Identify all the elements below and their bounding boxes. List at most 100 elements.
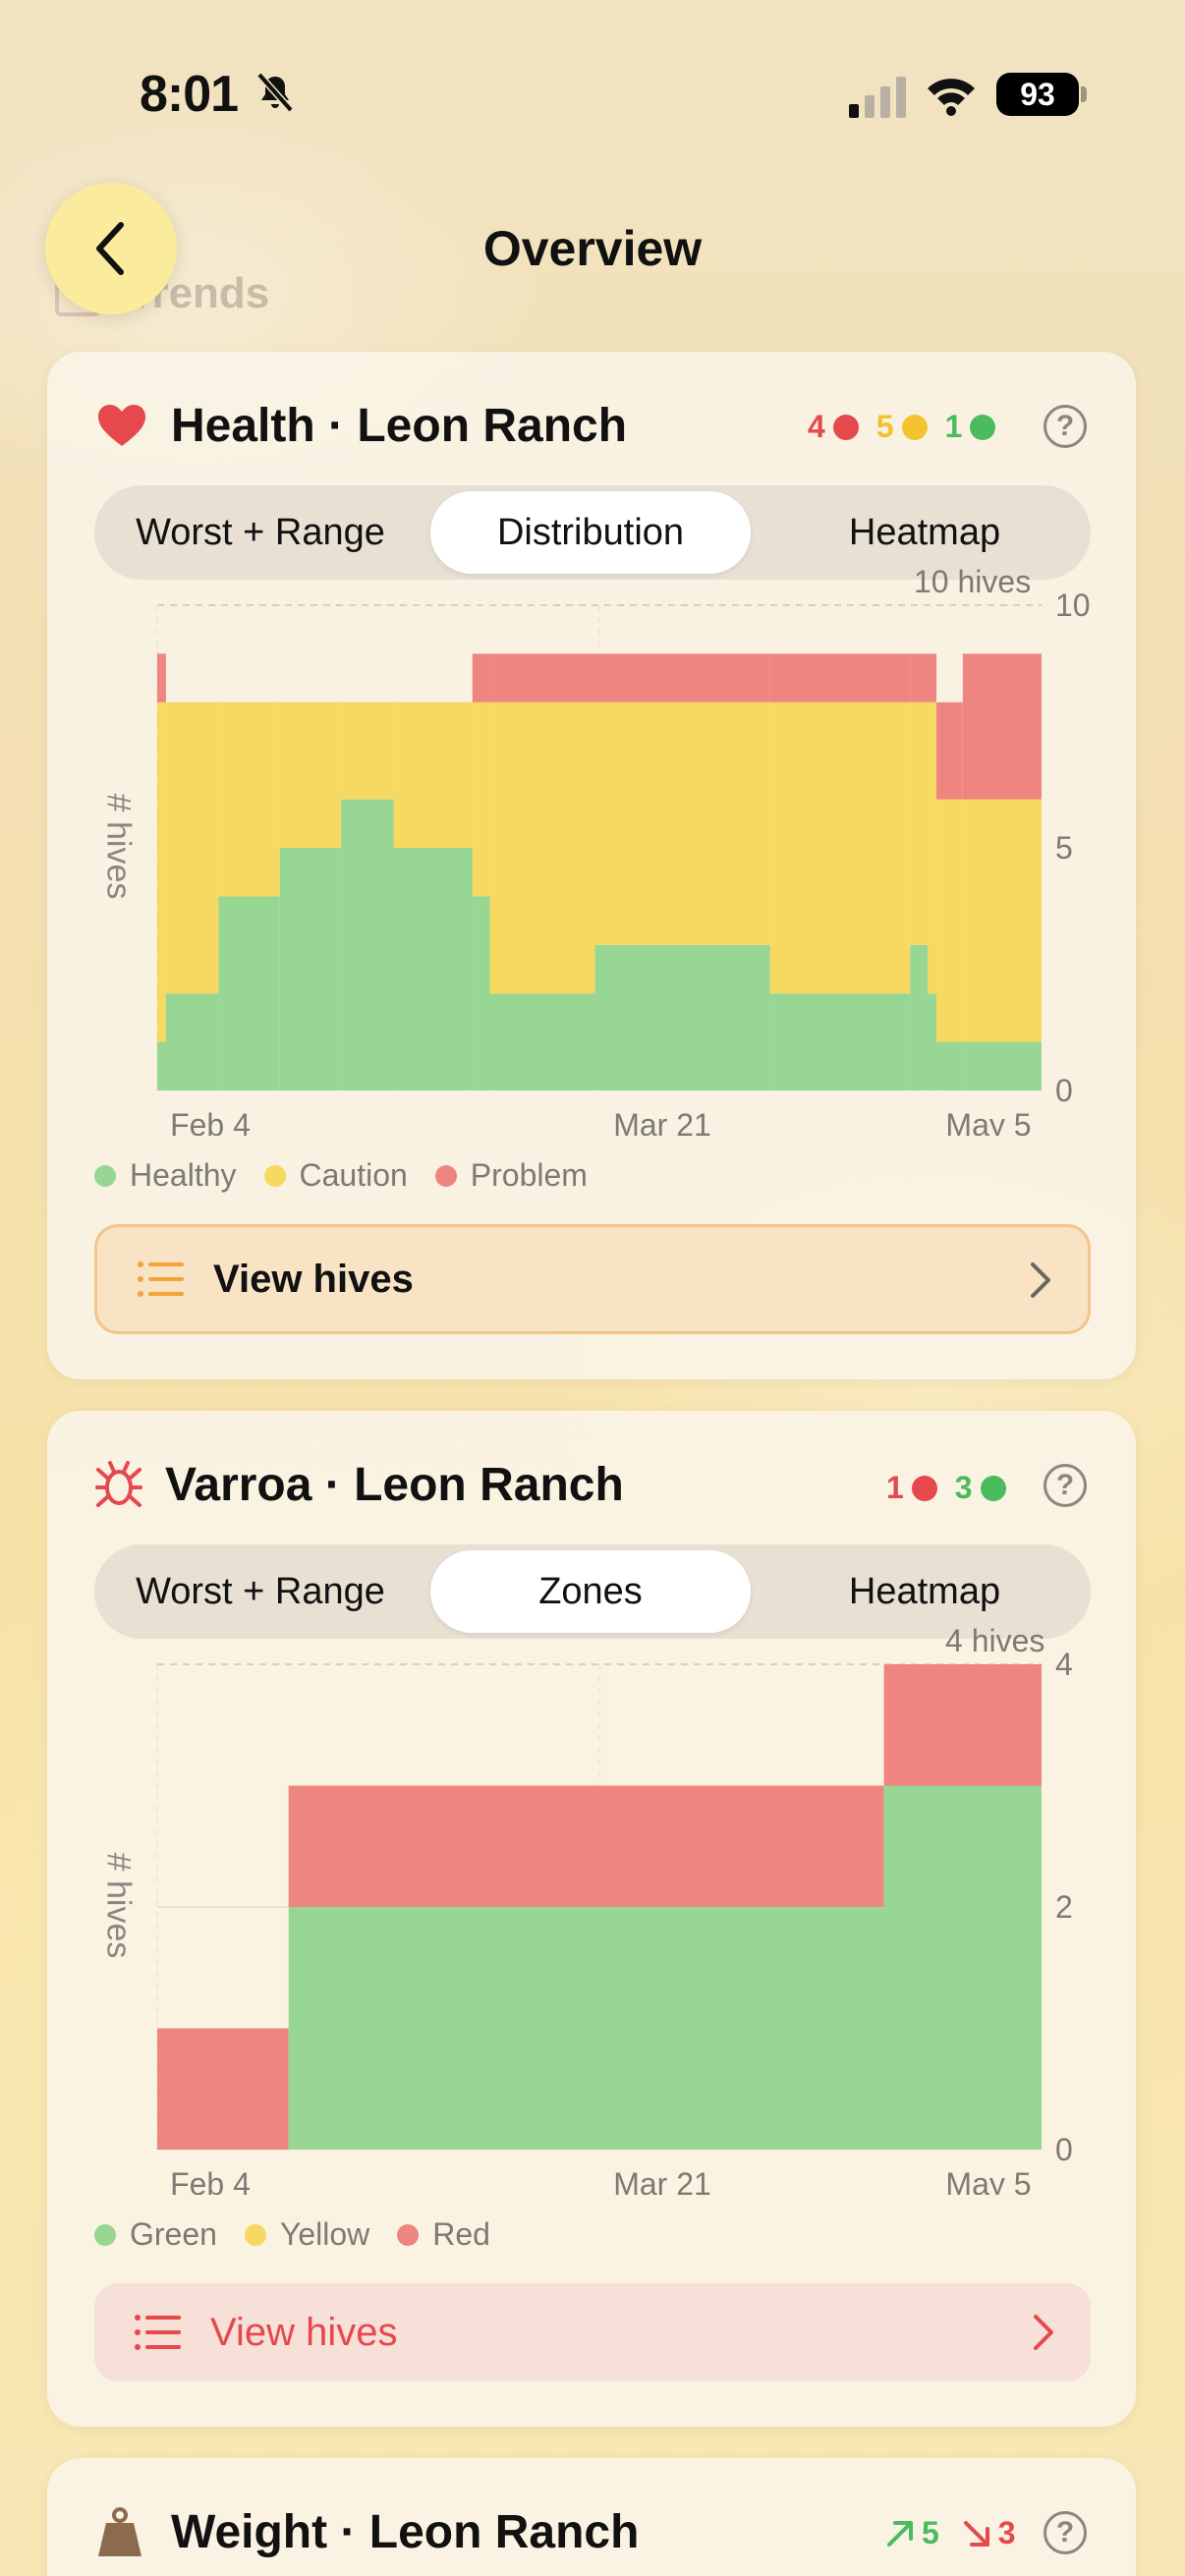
area-segment-problem	[489, 653, 595, 702]
legend-swatch	[94, 1164, 116, 1187]
legend-label: Yellow	[279, 2216, 370, 2252]
health-card-title: Health · Leon Ranch	[171, 400, 628, 452]
area-segment-problem	[594, 653, 770, 702]
view-hives-label: View hives	[213, 1257, 414, 1301]
y-tick-label: 4	[1055, 1647, 1073, 1682]
varroa-legend: Green Yellow Red	[94, 2216, 518, 2253]
weight-card-title: Weight · Leon Ranch	[171, 2506, 640, 2558]
badge-count-yellow: 5	[875, 409, 894, 444]
mite-icon	[95, 1461, 142, 1507]
health-view-hives-button[interactable]: View hives	[94, 1224, 1091, 1334]
area-segment-red	[288, 1785, 884, 1907]
green-dot	[980, 1475, 1006, 1501]
area-segment-caution	[936, 799, 963, 1042]
badge-count-red: 4	[808, 409, 825, 444]
area-segment-caution	[910, 701, 929, 945]
legend-label: Healthy	[130, 1157, 237, 1193]
cellular-signal-icon	[849, 77, 906, 118]
y-tick-label: 5	[1055, 830, 1073, 866]
legend-item-red: Red	[397, 2216, 490, 2253]
y-tick-label: 10	[1055, 588, 1091, 623]
x-tick-label: Feb 4	[170, 2166, 251, 2195]
legend-swatch	[434, 1164, 457, 1187]
page-title: Overview	[482, 221, 703, 276]
varroa-y-axis-title: # hives	[99, 1852, 138, 1959]
area-segment-problem	[936, 701, 963, 800]
area-segment-healthy	[393, 848, 473, 1091]
area-segment-healthy	[279, 848, 342, 1091]
x-tick-label: Mar 21	[613, 2166, 711, 2195]
area-segment-healthy	[341, 799, 394, 1091]
legend-label: Problem	[470, 1157, 588, 1193]
badge-count-red: 1	[886, 1470, 904, 1505]
area-segment-caution	[218, 701, 280, 897]
y-tick-label: 2	[1055, 1889, 1073, 1925]
area-segment-problem	[769, 653, 911, 702]
health-y-axis-title: # hives	[99, 793, 138, 900]
x-tick-label: May 5	[945, 1107, 1031, 1136]
area-segment-problem	[472, 653, 490, 702]
x-tick-label: Mar 21	[613, 1107, 711, 1136]
area-segment-caution	[393, 701, 473, 848]
varroa-view-hives-button[interactable]: View hives	[94, 2283, 1091, 2381]
area-segment-caution	[928, 701, 937, 994]
area-segment-healthy	[769, 993, 911, 1091]
area-segment-healthy	[594, 944, 770, 1091]
y-tick-label: 0	[1055, 2132, 1073, 2167]
red-dot	[911, 1475, 937, 1501]
area-segment-caution	[472, 701, 490, 897]
area-segment-healthy	[910, 944, 929, 1091]
area-segment-healthy	[489, 993, 595, 1091]
area-segment-caution	[165, 701, 219, 994]
area-segment-caution	[157, 701, 166, 1042]
area-segment-healthy	[962, 1041, 1042, 1091]
tab-worst-range[interactable]: Worst + Range	[100, 491, 421, 574]
area-segment-problem	[962, 653, 1042, 800]
health-badges: 4 5 1	[808, 409, 996, 445]
area-segment-red	[883, 1664, 1042, 1786]
area-segment-problem	[157, 653, 166, 702]
chevron-right-icon	[1031, 1262, 1050, 1298]
trend-up-icon	[887, 2520, 913, 2547]
list-icon	[135, 2315, 181, 2350]
varroa-card-title: Varroa · Leon Ranch	[165, 1459, 624, 1511]
badge-count-green: 3	[954, 1470, 973, 1505]
area-segment-caution	[769, 701, 911, 994]
area-segment-caution	[594, 701, 770, 945]
area-segment-caution	[279, 701, 342, 848]
health-help-button[interactable]: ?	[1044, 405, 1087, 448]
green-dot	[970, 414, 996, 440]
legend-label: Caution	[299, 1157, 408, 1193]
legend-swatch	[263, 1164, 286, 1187]
health-legend: Healthy Caution Problem	[94, 1157, 615, 1194]
bell-muted-icon	[256, 72, 294, 113]
legend-swatch	[397, 2223, 420, 2246]
badge-count-green: 1	[944, 409, 963, 444]
area-segment-healthy	[165, 993, 219, 1091]
battery-indicator: 93	[996, 73, 1079, 116]
tab-distribution[interactable]: Distribution	[430, 491, 751, 574]
health-chart: 0 5 10 Feb 4 Mar 21 May 5	[156, 588, 1091, 1136]
trend-up-count: 5	[922, 2515, 939, 2550]
wifi-icon	[928, 79, 975, 116]
area-segment-problem	[928, 653, 937, 702]
area-segment-red	[157, 2028, 289, 2150]
y-tick-label: 0	[1055, 1073, 1073, 1108]
legend-label: Green	[130, 2216, 217, 2252]
tab-heatmap[interactable]: Heatmap	[764, 491, 1085, 574]
x-tick-label: Feb 4	[170, 1107, 251, 1136]
varroa-help-button[interactable]: ?	[1044, 1464, 1087, 1507]
weight-help-button[interactable]: ?	[1044, 2511, 1087, 2554]
legend-item-healthy: Healthy	[94, 1157, 237, 1194]
tab-worst-range[interactable]: Worst + Range	[100, 1550, 421, 1633]
x-tick-label: May 5	[945, 2166, 1031, 2195]
legend-item-green: Green	[94, 2216, 217, 2253]
tab-zones[interactable]: Zones	[430, 1550, 751, 1633]
legend-swatch	[94, 2223, 116, 2246]
list-icon	[138, 1261, 184, 1297]
tab-heatmap[interactable]: Heatmap	[764, 1550, 1085, 1633]
battery-tip	[1081, 86, 1087, 102]
heart-icon	[98, 405, 145, 446]
weight-trend-badges: 5 3	[884, 2515, 1016, 2551]
varroa-view-segmented-control: Worst + Range Zones Heatmap	[94, 1544, 1091, 1639]
